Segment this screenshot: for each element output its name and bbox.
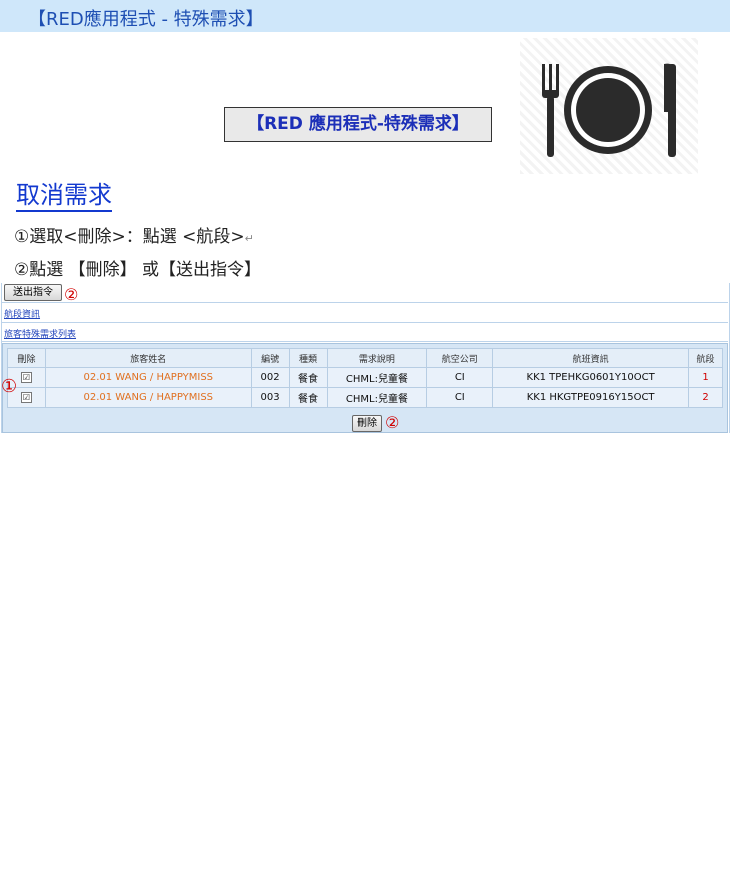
table-row: ☑ 02.01 WANG / HAPPYMISS 003 餐食 CHML:兒童餐…	[7, 387, 723, 408]
special-request-list-link[interactable]: 旅客特殊需求列表	[4, 327, 76, 340]
col-header-segment: 航段	[688, 348, 723, 368]
request-description: CHML:兒童餐	[326, 367, 428, 388]
col-header-passenger-name: 旅客姓名	[44, 348, 252, 368]
table-row: ☑ 02.01 WANG / HAPPYMISS 002 餐食 CHML:兒童餐…	[7, 367, 723, 388]
segment-number: 1	[688, 367, 723, 388]
delete-button[interactable]: 刪除	[352, 415, 382, 432]
top-header-bar: 【RED應用程式 - 特殊需求】	[0, 0, 730, 32]
flight-info: KK1 HKGTPE0916Y15OCT	[492, 387, 690, 408]
passenger-name: 02.01 WANG / HAPPYMISS	[44, 367, 252, 388]
col-header-description: 需求說明	[326, 348, 428, 368]
instruction-step-2: ②點選 【刪除】 或【送出指令】	[14, 260, 262, 280]
annotation-circle-2-delete: ②	[385, 413, 400, 432]
divider	[2, 341, 728, 342]
col-header-delete: 刪除	[7, 348, 46, 368]
meal-illustration	[520, 38, 698, 174]
send-command-button[interactable]: 送出指令	[4, 284, 62, 301]
col-header-type: 種類	[288, 348, 328, 368]
airline-code: CI	[426, 367, 494, 388]
passenger-name: 02.01 WANG / HAPPYMISS	[44, 387, 252, 408]
col-header-number: 編號	[250, 348, 290, 368]
step-1-text: ①選取<刪除>：點選 <航段>	[14, 227, 245, 247]
segment-info-link[interactable]: 航段資訊	[4, 307, 40, 320]
request-type: 餐食	[288, 387, 328, 408]
header-title: 【RED應用程式 - 特殊需求】	[28, 9, 264, 30]
section-heading-cancel-request: 取消需求	[16, 180, 112, 212]
divider	[2, 302, 728, 303]
col-header-flight-info: 航班資訊	[492, 348, 690, 368]
col-header-airline: 航空公司	[426, 348, 494, 368]
annotation-circle-1-checkbox: ①	[1, 376, 18, 397]
delete-checkbox[interactable]: ☑	[20, 372, 32, 383]
title-banner: 【RED 應用程式-特殊需求】	[224, 107, 492, 142]
request-type: 餐食	[288, 367, 328, 388]
fork-plate-knife-icon	[542, 63, 676, 157]
table-header-row: 刪除 旅客姓名 編號 種類 需求說明 航空公司 航班資訊 航段	[7, 348, 723, 368]
request-description: CHML:兒童餐	[326, 387, 428, 408]
delete-checkbox[interactable]: ☑	[20, 392, 32, 403]
instruction-step-1: ①選取<刪除>：點選 <航段>↵	[14, 222, 254, 247]
special-request-table: 刪除 旅客姓名 編號 種類 需求說明 航空公司 航班資訊 航段 ☑ 02.01 …	[7, 348, 723, 408]
paragraph-mark: ↵	[244, 232, 254, 245]
request-number: 002	[250, 367, 290, 388]
request-number: 003	[250, 387, 290, 408]
annotation-circle-2-send: ②	[64, 285, 79, 304]
segment-number: 2	[688, 387, 723, 408]
airline-code: CI	[426, 387, 494, 408]
divider	[2, 322, 728, 323]
flight-info: KK1 TPEHKG0601Y10OCT	[492, 367, 690, 388]
